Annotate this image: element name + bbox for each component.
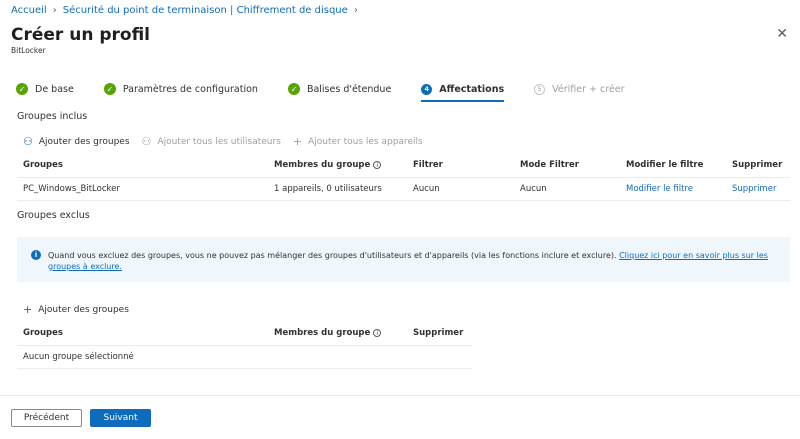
check-icon: ✓ (16, 83, 28, 95)
info-icon[interactable]: i (373, 160, 382, 169)
header-filter: Filtrer (407, 153, 514, 178)
people-icon: ⚇ (141, 135, 152, 148)
step-label: Vérifier + créer (552, 83, 625, 95)
table-row: PC_Windows_BitLocker 1 appareils, 0 util… (17, 177, 790, 201)
breadcrumb-disk-encryption[interactable]: Sécurité du point de terminaison | Chiff… (63, 5, 348, 16)
add-all-users-button: ⚇ Ajouter tous les utilisateurs (142, 135, 281, 148)
header-groups: Groupes (17, 153, 268, 178)
included-groups-table: Groupes Membres du groupe i Filtrer Mode … (17, 153, 790, 201)
step-label: Affectations (439, 83, 505, 95)
add-all-devices-button: + Ajouter tous les appareils (293, 135, 423, 148)
info-icon[interactable]: i (373, 328, 382, 337)
edit-filter-link[interactable]: Modifier le filtre (620, 177, 726, 201)
page-title: Créer un profil (11, 25, 151, 45)
empty-message: Aucun groupe sélectionné (17, 345, 472, 369)
label: Membres du groupe (274, 159, 371, 170)
plus-icon: + (292, 135, 303, 148)
more-options-icon[interactable]: ··· (138, 27, 148, 38)
step-label: Balises d'étendue (306, 83, 392, 95)
header-delete: Supprimer (407, 321, 472, 346)
group-members: 1 appareils, 0 utilisateurs (268, 177, 407, 201)
label: Membres du groupe (274, 327, 371, 338)
step-assignments[interactable]: 4 Affectations (421, 82, 505, 102)
excluded-groups-title: Groupes exclus (17, 210, 90, 221)
check-icon: ✓ (287, 83, 300, 95)
step-scope-tags[interactable]: ✓ Balises d'étendue (287, 82, 392, 96)
header-edit-filter: Modifier le filtre (620, 153, 726, 178)
header-groups: Groupes (17, 321, 268, 346)
step-number: 4 (421, 83, 433, 95)
header-members: Membres du groupe i (268, 153, 407, 178)
chevron-right-icon: › (52, 5, 57, 16)
group-name: PC_Windows_BitLocker (17, 177, 268, 201)
info-banner: i Quand vous excluez des groupes, vous n… (17, 237, 790, 282)
step-label: De base (35, 83, 74, 95)
label: Ajouter tous les utilisateurs (157, 136, 281, 147)
step-configuration[interactable]: ✓ Paramètres de configuration (103, 82, 258, 96)
filter-value: Aucun (407, 177, 514, 201)
previous-button[interactable]: Précédent (11, 409, 82, 427)
header-filter-mode: Mode Filtrer (514, 153, 620, 178)
step-basics[interactable]: ✓ De base (16, 82, 74, 96)
info-icon: i (31, 250, 41, 260)
excluded-groups-table: Groupes Membres du groupe i Supprimer Auc… (17, 321, 472, 369)
filter-mode-value: Aucun (514, 177, 620, 201)
plus-icon: + (23, 303, 33, 316)
step-review-create: 5 Vérifier + créer (534, 82, 625, 96)
delete-link[interactable]: Supprimer (726, 177, 790, 201)
breadcrumb: Accueil › Sécurité du point de terminaiso… (11, 5, 358, 16)
label: Ajouter des groupes (38, 136, 130, 147)
step-label: Paramètres de configuration (122, 83, 258, 95)
table-row: Aucun groupe sélectionné (17, 345, 472, 369)
step-number: 5 (534, 83, 546, 95)
info-text: Quand vous excluez des groupes, vous ne … (48, 251, 617, 260)
footer-divider (0, 395, 800, 396)
close-icon[interactable]: ✕ (776, 26, 788, 42)
wizard-steps: ✓ De base ✓ Paramètres de configuration ✓ B… (16, 82, 655, 102)
header-members: Membres du groupe i (268, 321, 407, 346)
next-button[interactable]: Suivant (90, 409, 151, 427)
header-delete: Supprimer (726, 153, 790, 178)
check-icon: ✓ (103, 83, 116, 95)
included-groups-title: Groupes inclus (17, 111, 88, 122)
page-subtitle: BitLocker (11, 46, 46, 55)
breadcrumb-home[interactable]: Accueil (11, 5, 47, 16)
add-groups-button[interactable]: ⚇ Ajouter des groupes (23, 135, 130, 148)
add-excluded-groups-button[interactable]: + Ajouter des groupes (23, 303, 129, 316)
chevron-right-icon: › (353, 5, 358, 16)
label: Ajouter des groupes (38, 304, 129, 315)
person-icon: ⚇ (23, 135, 33, 148)
label: Ajouter tous les appareils (308, 136, 423, 147)
